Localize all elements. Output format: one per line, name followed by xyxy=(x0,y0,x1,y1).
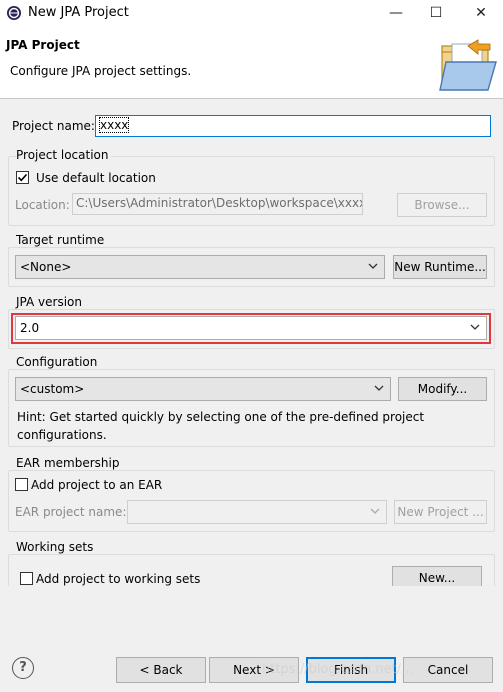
minimize-button[interactable]: — xyxy=(381,2,411,24)
help-icon: ? xyxy=(19,660,27,675)
target-runtime-group-title: Target runtime xyxy=(16,233,108,247)
checkmark-icon xyxy=(17,173,28,182)
title-bar: New JPA Project — ☐ ✕ xyxy=(0,0,503,28)
close-button[interactable]: ✕ xyxy=(466,2,496,24)
maximize-icon: ☐ xyxy=(429,5,443,21)
eclipse-app-icon xyxy=(7,6,21,20)
maximize-button[interactable]: ☐ xyxy=(421,2,451,24)
use-default-location-label: Use default location xyxy=(36,171,156,185)
new-runtime-button[interactable]: New Runtime... xyxy=(393,255,487,279)
configuration-hint: Hint: Get started quickly by selecting o… xyxy=(17,410,425,442)
add-to-ear-checkbox[interactable] xyxy=(15,478,28,491)
ear-project-name-select[interactable] xyxy=(127,500,387,524)
location-value: C:\Users\Administrator\Desktop\workspace… xyxy=(76,196,363,210)
add-to-working-sets-checkbox[interactable] xyxy=(20,572,33,585)
working-sets-group-title: Working sets xyxy=(16,540,97,554)
chevron-down-icon xyxy=(470,324,480,330)
help-button[interactable]: ? xyxy=(12,657,34,679)
configuration-value: <custom> xyxy=(20,382,85,396)
location-input[interactable]: C:\Users\Administrator\Desktop\workspace… xyxy=(72,193,363,215)
back-button[interactable]: < Back xyxy=(116,657,206,683)
watermark: https://blog.csdn.net/... xyxy=(262,662,414,677)
jpa-version-group-title: JPA version xyxy=(16,295,85,309)
modify-button[interactable]: Modify... xyxy=(398,377,487,401)
wizard-banner: JPA Project Configure JPA project settin… xyxy=(0,28,503,99)
new-project-button[interactable]: New Project ... xyxy=(394,500,487,524)
project-name-value: xxxx xyxy=(99,117,130,133)
target-runtime-value: <None> xyxy=(20,260,72,274)
minimize-icon: — xyxy=(389,5,403,21)
chevron-down-icon xyxy=(374,385,384,391)
jpa-version-select[interactable]: 2.0 xyxy=(15,316,487,340)
jpa-version-value: 2.0 xyxy=(20,321,40,335)
project-name-input[interactable]: xxxx xyxy=(95,115,491,137)
add-to-ear-label: Add project to an EAR xyxy=(31,478,163,492)
open-folder-wizard-icon xyxy=(439,39,497,91)
ear-membership-group-title: EAR membership xyxy=(16,456,123,470)
target-runtime-select[interactable]: <None> xyxy=(15,255,385,279)
location-label: Location: xyxy=(15,198,70,212)
cancel-button[interactable]: Cancel xyxy=(403,657,493,683)
project-name-label: Project name: xyxy=(12,119,95,133)
configuration-group-title: Configuration xyxy=(16,355,101,369)
banner-title: JPA Project xyxy=(6,38,80,52)
banner-description: Configure JPA project settings. xyxy=(10,64,192,78)
ear-project-name-label: EAR project name: xyxy=(15,505,127,519)
close-icon: ✕ xyxy=(475,5,487,21)
project-location-group-title: Project location xyxy=(16,148,112,162)
chevron-down-icon xyxy=(370,508,380,514)
browse-button[interactable]: Browse... xyxy=(397,193,487,217)
configuration-select[interactable]: <custom> xyxy=(15,377,391,401)
use-default-location-checkbox[interactable] xyxy=(16,171,29,184)
window-title: New JPA Project xyxy=(28,5,129,20)
add-to-working-sets-label: Add project to working sets xyxy=(36,572,201,586)
chevron-down-icon xyxy=(368,263,378,269)
